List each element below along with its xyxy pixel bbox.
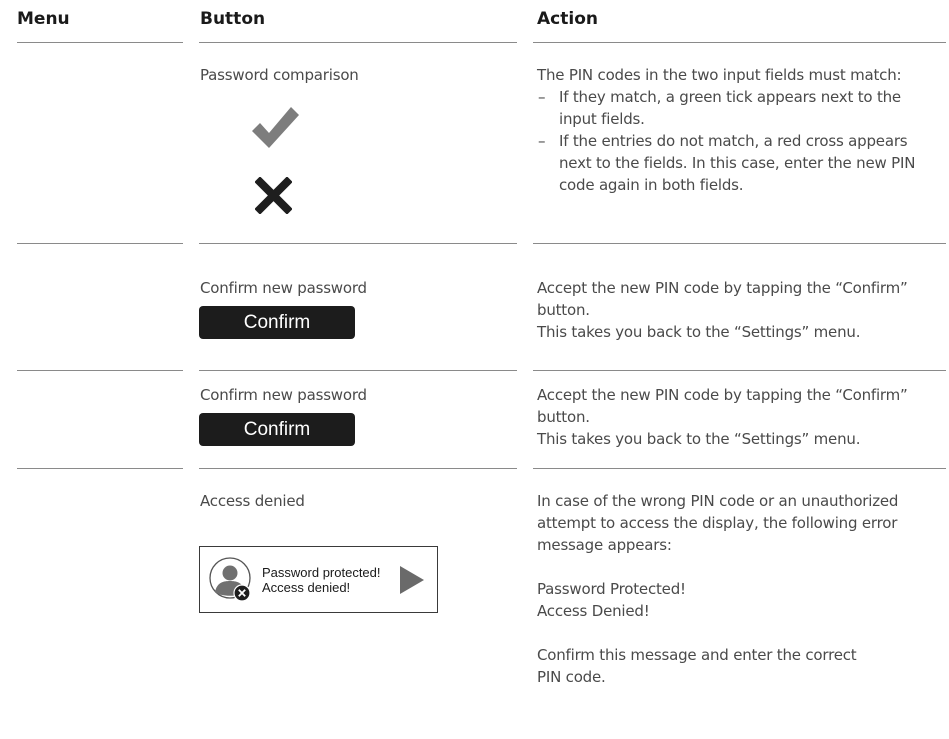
row-rule-menu [17,243,183,244]
action-line: button. [537,408,590,426]
row-rule-button [199,370,517,371]
action-confirm-new-password: Accept the new PIN code by tapping the “… [537,384,937,450]
check-icon [252,107,299,148]
denied-line-2: Access denied! [262,580,351,595]
cross-icon [255,177,292,214]
column-header-button: Button [200,9,266,29]
action-message-line: Access Denied! [537,602,650,620]
row-rule-button [199,243,517,244]
column-header-menu: Menu [17,9,70,29]
button-label-password-comparison: Password comparison [200,66,359,84]
bullet-line: input fields. [559,110,645,128]
header-rule-action [533,42,946,43]
action-intro: The PIN codes in the two input fields mu… [537,66,902,84]
action-line: Accept the new PIN code by tapping the “… [537,279,908,297]
row-rule-action [533,468,946,469]
action-closing-line: PIN code. [537,668,606,686]
denied-line-1: Password protected! [262,565,381,580]
action-line: message appears: [537,536,672,554]
action-password-comparison: The PIN codes in the two input fields mu… [537,64,937,196]
action-message-line: Password Protected! [537,580,686,598]
action-line: button. [537,301,590,319]
action-access-denied: In case of the wrong PIN code or an unau… [537,490,937,688]
bullet-line: next to the fields. In this case, enter … [559,154,916,172]
confirm-button[interactable]: Confirm [199,413,355,446]
header-rule-button [199,42,517,43]
bullet-line: code again in both fields. [559,176,744,194]
row-rule-menu [17,370,183,371]
header-rule-menu [17,42,183,43]
button-label-confirm-new-password: Confirm new password [200,386,367,404]
row-rule-menu [17,468,183,469]
bullet-line: If the entries do not match, a red cross… [559,132,908,150]
row-rule-button [199,468,517,469]
row-rule-action [533,243,946,244]
error-badge-icon [233,584,251,602]
action-line: Accept the new PIN code by tapping the “… [537,386,908,404]
action-line: In case of the wrong PIN code or an unau… [537,492,899,510]
denied-message-text: Password protected! Access denied! [262,565,381,595]
action-line: This takes you back to the “Settings” me… [537,430,861,448]
access-denied-message-box[interactable]: Password protected! Access denied! [199,546,438,613]
bullet-mismatch: – If the entries do not match, a red cro… [537,130,937,196]
bullet-line: If they match, a green tick appears next… [559,88,901,106]
bullet-match: – If they match, a green tick appears ne… [537,86,937,130]
row-rule-action [533,370,946,371]
confirm-button[interactable]: Confirm [199,306,355,339]
play-arrow-icon[interactable] [400,566,424,594]
action-confirm-new-password: Accept the new PIN code by tapping the “… [537,277,937,343]
button-label-confirm-new-password: Confirm new password [200,279,367,297]
action-line: attempt to access the display, the follo… [537,514,898,532]
bullet-dash: – [538,88,546,106]
bullet-dash: – [538,132,546,150]
button-label-access-denied: Access denied [200,492,305,510]
action-line: This takes you back to the “Settings” me… [537,323,861,341]
action-closing-line: Confirm this message and enter the corre… [537,646,857,664]
column-header-action: Action [537,9,598,29]
